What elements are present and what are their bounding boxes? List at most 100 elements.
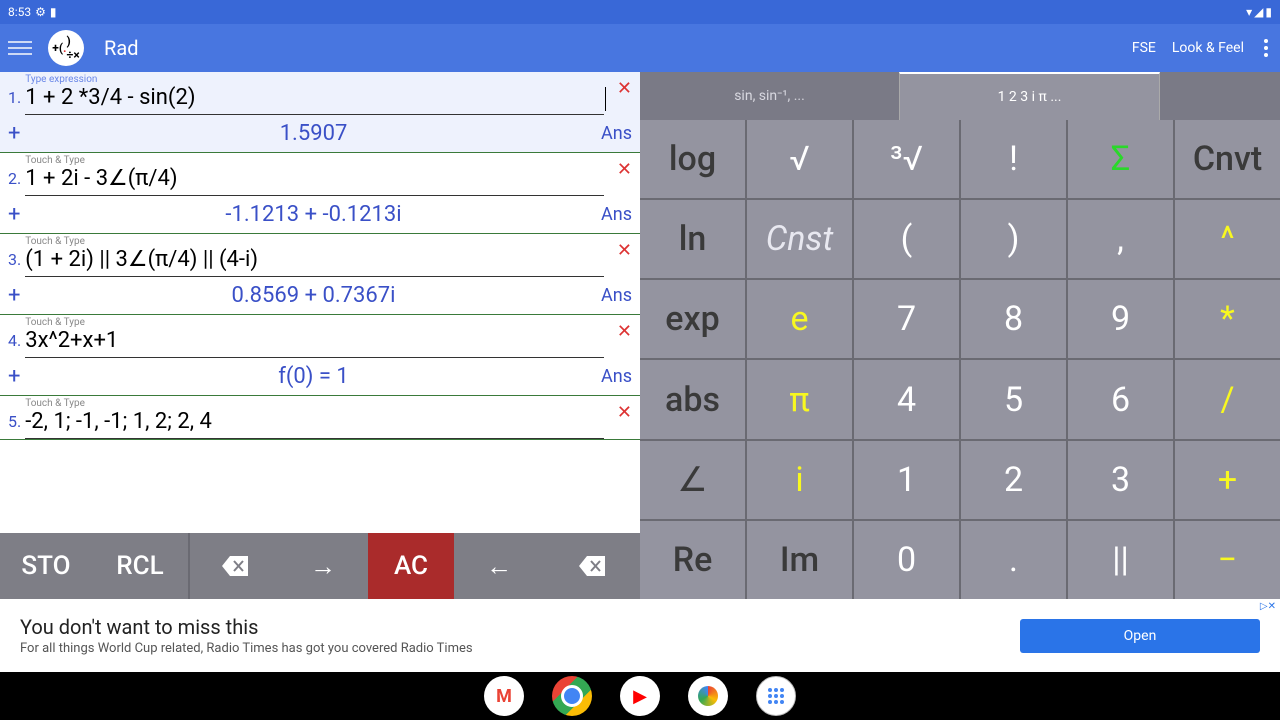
ad-choices-icon[interactable]: ▷✕ bbox=[1260, 601, 1276, 612]
key-∠[interactable]: ∠ bbox=[640, 441, 745, 519]
entry-expression[interactable]: 1 + 2i - 3∠(π/4) bbox=[25, 166, 604, 196]
look-feel-button[interactable]: Look & Feel bbox=[1172, 40, 1244, 56]
control-bar: STO RCL → AC ← bbox=[0, 533, 640, 599]
entry-result[interactable]: -1.1213 + -0.1213i bbox=[26, 202, 601, 227]
entry-expression[interactable]: 1 + 2 *3/4 - sin(2) bbox=[25, 85, 604, 115]
key-.[interactable]: . bbox=[961, 521, 1066, 599]
add-entry-icon[interactable]: + bbox=[8, 283, 26, 308]
ad-subtitle: For all things World Cup related, Radio … bbox=[20, 641, 1020, 656]
key-^[interactable]: ^ bbox=[1175, 200, 1280, 278]
tab-numeric[interactable]: 1 2 3 i π ... bbox=[899, 72, 1160, 120]
close-icon[interactable]: ✕ bbox=[617, 321, 632, 342]
ans-button[interactable]: Ans bbox=[601, 123, 632, 144]
key-0[interactable]: 0 bbox=[854, 521, 959, 599]
ad-open-button[interactable]: Open bbox=[1020, 619, 1260, 653]
gmail-icon[interactable]: M bbox=[484, 676, 524, 716]
key-cnst[interactable]: Cnst bbox=[747, 200, 852, 278]
key-³√[interactable]: ³√ bbox=[854, 120, 959, 198]
entry-expression[interactable]: -2, 1; -1, -1; 1, 2; 2, 4 bbox=[25, 409, 604, 439]
keypad-pane: sin, sin⁻¹, ... 1 2 3 i π ... log√³√!ΣCn… bbox=[640, 72, 1280, 599]
close-icon[interactable]: ✕ bbox=[617, 240, 632, 261]
ad-banner[interactable]: You don't want to miss this For all thin… bbox=[0, 599, 1280, 672]
cursor-right-icon[interactable]: → bbox=[280, 533, 366, 599]
entry-hint: Type expression bbox=[25, 74, 632, 85]
signal-icon: ◢ bbox=[1254, 5, 1263, 19]
entry-expression[interactable]: (1 + 2i) || 3∠(π/4) || (4-i) bbox=[25, 247, 604, 277]
sto-button[interactable]: STO bbox=[0, 533, 92, 599]
key-e[interactable]: e bbox=[747, 280, 852, 358]
key-5[interactable]: 5 bbox=[961, 360, 1066, 438]
entry-result[interactable]: f(0) = 1 bbox=[26, 364, 601, 389]
key-||[interactable]: || bbox=[1068, 521, 1173, 599]
apps-icon[interactable] bbox=[756, 676, 796, 716]
key-cnvt[interactable]: Cnvt bbox=[1175, 120, 1280, 198]
chrome-icon[interactable] bbox=[552, 676, 592, 716]
key-9[interactable]: 9 bbox=[1068, 280, 1173, 358]
tab-trig[interactable]: sin, sin⁻¹, ... bbox=[640, 72, 899, 120]
cursor-left-icon[interactable]: ← bbox=[456, 533, 542, 599]
sd-icon: ▮ bbox=[50, 5, 57, 19]
close-icon[interactable]: ✕ bbox=[617, 159, 632, 180]
history-entry: 2. Touch & Type 1 + 2i - 3∠(π/4) ✕ + -1.… bbox=[0, 153, 640, 234]
ad-title: You don't want to miss this bbox=[20, 615, 1020, 639]
entry-result[interactable]: 1.5907 bbox=[26, 121, 601, 146]
key-im[interactable]: Im bbox=[747, 521, 852, 599]
add-entry-icon[interactable]: + bbox=[8, 364, 26, 389]
key-−[interactable]: − bbox=[1175, 521, 1280, 599]
key-,[interactable]: , bbox=[1068, 200, 1173, 278]
fse-button[interactable]: FSE bbox=[1132, 40, 1156, 56]
add-entry-icon[interactable]: + bbox=[8, 202, 26, 227]
entry-hint: Touch & Type bbox=[25, 398, 632, 409]
overflow-menu-icon[interactable] bbox=[1260, 39, 1272, 57]
youtube-icon[interactable]: ▶ bbox=[620, 676, 660, 716]
entry-expression[interactable]: 3x^2+x+1 bbox=[25, 328, 604, 358]
key-8[interactable]: 8 bbox=[961, 280, 1066, 358]
entry-result[interactable]: 0.8569 + 0.7367i bbox=[26, 283, 601, 308]
backspace-right-icon[interactable] bbox=[544, 533, 640, 599]
mode-label[interactable]: Rad bbox=[104, 36, 1132, 60]
key-)[interactable]: ) bbox=[961, 200, 1066, 278]
ans-button[interactable]: Ans bbox=[601, 204, 632, 225]
entry-hint: Touch & Type bbox=[25, 236, 632, 247]
add-entry-icon[interactable]: + bbox=[8, 121, 26, 146]
photos-icon[interactable] bbox=[688, 676, 728, 716]
key-√[interactable]: √ bbox=[747, 120, 852, 198]
ans-button[interactable]: Ans bbox=[601, 366, 632, 387]
key-log[interactable]: log bbox=[640, 120, 745, 198]
entry-number: 2. bbox=[8, 169, 21, 188]
key-ln[interactable]: ln bbox=[640, 200, 745, 278]
key-/[interactable]: / bbox=[1175, 360, 1280, 438]
wifi-icon: ▾ bbox=[1246, 5, 1252, 19]
entry-number: 5. bbox=[8, 412, 21, 431]
entry-hint: Touch & Type bbox=[25, 317, 632, 328]
history-entry: 4. Touch & Type 3x^2+x+1 ✕ + f(0) = 1 An… bbox=[0, 315, 640, 396]
backspace-icon[interactable] bbox=[192, 533, 278, 599]
key-i[interactable]: i bbox=[747, 441, 852, 519]
history-entry: 1. Type expression 1 + 2 *3/4 - sin(2) ✕… bbox=[0, 72, 640, 153]
entry-hint: Touch & Type bbox=[25, 155, 632, 166]
ans-button[interactable]: Ans bbox=[601, 285, 632, 306]
key-4[interactable]: 4 bbox=[854, 360, 959, 438]
menu-button[interactable] bbox=[8, 36, 32, 60]
entry-number: 4. bbox=[8, 331, 21, 350]
close-icon[interactable]: ✕ bbox=[617, 78, 632, 99]
key-abs[interactable]: abs bbox=[640, 360, 745, 438]
app-logo: +(.)÷× bbox=[48, 30, 84, 66]
key-π[interactable]: π bbox=[747, 360, 852, 438]
app-bar: +(.)÷× Rad FSE Look & Feel bbox=[0, 24, 1280, 72]
key-2[interactable]: 2 bbox=[961, 441, 1066, 519]
key-σ[interactable]: Σ bbox=[1068, 120, 1173, 198]
key-6[interactable]: 6 bbox=[1068, 360, 1173, 438]
key-1[interactable]: 1 bbox=[854, 441, 959, 519]
key-exp[interactable]: exp bbox=[640, 280, 745, 358]
key-re[interactable]: Re bbox=[640, 521, 745, 599]
key-+[interactable]: + bbox=[1175, 441, 1280, 519]
rcl-button[interactable]: RCL bbox=[94, 533, 186, 599]
key-3[interactable]: 3 bbox=[1068, 441, 1173, 519]
key-![interactable]: ! bbox=[961, 120, 1066, 198]
ac-button[interactable]: AC bbox=[368, 533, 454, 599]
key-([interactable]: ( bbox=[854, 200, 959, 278]
key-*[interactable]: * bbox=[1175, 280, 1280, 358]
key-7[interactable]: 7 bbox=[854, 280, 959, 358]
close-icon[interactable]: ✕ bbox=[617, 402, 632, 423]
